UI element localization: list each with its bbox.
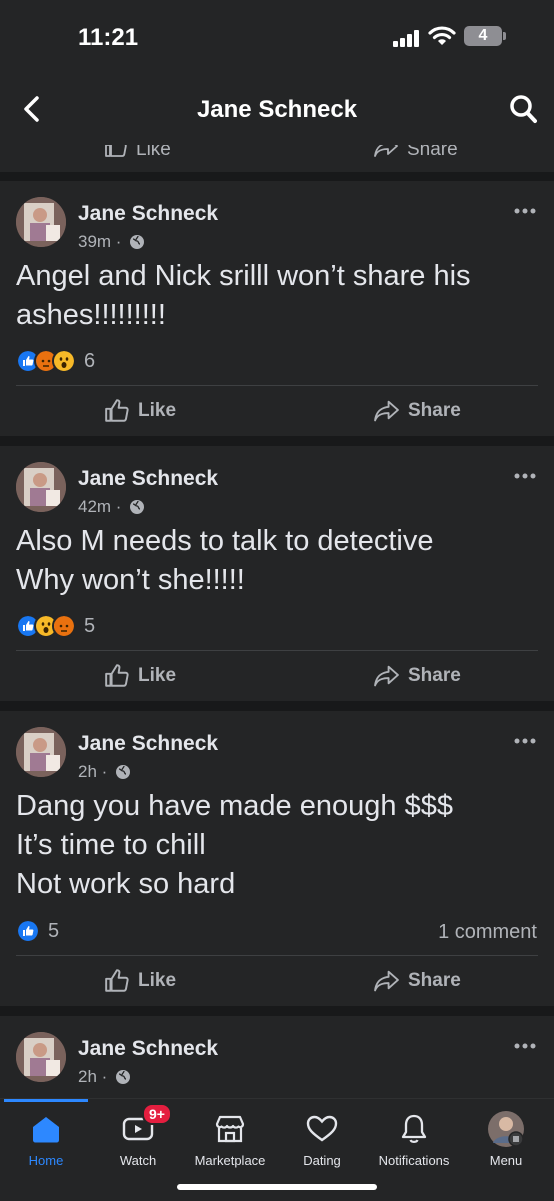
thumbs-up-icon bbox=[105, 145, 127, 157]
author-name[interactable]: Jane Schneck bbox=[78, 732, 218, 756]
author-avatar[interactable] bbox=[16, 197, 66, 247]
like-reaction-icon bbox=[16, 919, 40, 943]
tab-menu[interactable]: Menu bbox=[456, 1111, 554, 1168]
home-indicator bbox=[177, 1184, 377, 1190]
tab-label: Marketplace bbox=[194, 1153, 266, 1168]
tab-label: Dating bbox=[303, 1153, 341, 1168]
bottom-tab-bar: Home 9+ Watch Marketplace Dating Notific… bbox=[0, 1098, 554, 1201]
previous-post-actions: Like Share bbox=[0, 145, 554, 172]
author-name[interactable]: Jane Schneck bbox=[78, 467, 218, 491]
tab-label: Menu bbox=[489, 1153, 523, 1168]
post-meta: 39m · bbox=[78, 232, 145, 252]
more-options-icon[interactable] bbox=[514, 1040, 536, 1052]
more-options-icon[interactable] bbox=[514, 470, 536, 482]
active-tab-indicator bbox=[4, 1099, 88, 1102]
more-options-icon[interactable] bbox=[514, 735, 536, 747]
reaction-count: 5 bbox=[48, 919, 60, 942]
like-button[interactable]: Like bbox=[104, 661, 176, 691]
share-button[interactable]: Share bbox=[373, 661, 461, 691]
post-card: Jane Schneck 42m · Also M needs to talk … bbox=[0, 446, 554, 701]
like-button[interactable]: Like bbox=[104, 396, 176, 426]
battery-cap bbox=[503, 32, 506, 40]
globe-icon bbox=[116, 765, 131, 779]
notification-badge: 9+ bbox=[142, 1103, 172, 1125]
post-text: Angel and Nick srilll won’t share his as… bbox=[16, 260, 471, 331]
like-label: Like bbox=[138, 970, 177, 991]
post-meta: 42m · bbox=[78, 497, 145, 517]
home-icon bbox=[33, 1117, 59, 1143]
search-icon[interactable] bbox=[508, 93, 538, 125]
post-text: Dang you have made enough $$$ It’s time … bbox=[16, 790, 453, 900]
share-arrow-icon bbox=[374, 665, 399, 687]
author-avatar[interactable] bbox=[16, 727, 66, 777]
globe-icon bbox=[130, 500, 145, 514]
post-card: Jane Schneck 2h · Dang you have made eno… bbox=[0, 711, 554, 1006]
like-label: Like bbox=[136, 145, 171, 160]
divider bbox=[16, 385, 538, 386]
wifi-icon bbox=[428, 26, 456, 45]
globe-icon bbox=[130, 235, 145, 249]
thumbs-up-icon bbox=[105, 664, 129, 687]
post-time: 42m · bbox=[78, 497, 127, 516]
post-card: Jane Schneck 2h · bbox=[0, 1016, 554, 1106]
tab-label: Home bbox=[28, 1153, 64, 1168]
thumbs-up-icon bbox=[105, 399, 129, 422]
marketplace-icon bbox=[215, 1115, 245, 1143]
angry-reaction-icon bbox=[52, 614, 76, 638]
tab-notifications[interactable]: Notifications bbox=[364, 1111, 464, 1168]
profile-avatar bbox=[488, 1111, 524, 1147]
share-arrow-icon bbox=[374, 970, 399, 992]
tab-dating[interactable]: Dating bbox=[272, 1111, 372, 1168]
status-bar: 11:21 4 bbox=[0, 0, 554, 75]
comment-count[interactable]: 1 comment bbox=[438, 921, 537, 944]
divider bbox=[16, 650, 538, 651]
share-button[interactable]: Share bbox=[373, 966, 461, 996]
author-avatar[interactable] bbox=[16, 462, 66, 512]
post-time: 2h · bbox=[78, 762, 113, 781]
more-options-icon[interactable] bbox=[514, 205, 536, 217]
tab-label: Notifications bbox=[378, 1153, 450, 1168]
page-title: Jane Schneck bbox=[196, 96, 358, 123]
reaction-summary[interactable]: 6 bbox=[16, 349, 95, 373]
share-label: Share bbox=[408, 970, 461, 991]
share-button[interactable]: Share bbox=[373, 396, 461, 426]
globe-icon bbox=[116, 1070, 131, 1084]
post-time: 2h · bbox=[78, 1067, 113, 1086]
post-text: Also M needs to talk to detective Why wo… bbox=[16, 525, 434, 596]
reaction-summary[interactable]: 5 bbox=[16, 919, 59, 943]
wow-reaction-icon bbox=[52, 349, 76, 373]
share-arrow-icon bbox=[374, 400, 399, 422]
like-label: Like bbox=[138, 665, 177, 686]
like-button[interactable]: Like bbox=[104, 966, 176, 996]
reaction-count: 5 bbox=[84, 614, 96, 637]
like-label: Like bbox=[138, 400, 177, 421]
share-arrow-icon bbox=[374, 145, 398, 157]
post-card: Jane Schneck 39m · Angel and Nick srilll… bbox=[0, 181, 554, 436]
share-label: Share bbox=[408, 400, 461, 421]
divider bbox=[16, 955, 538, 956]
post-meta: 2h · bbox=[78, 762, 131, 782]
tab-home[interactable]: Home bbox=[0, 1111, 96, 1168]
tab-marketplace[interactable]: Marketplace bbox=[180, 1111, 280, 1168]
dating-icon bbox=[306, 1115, 338, 1142]
author-name[interactable]: Jane Schneck bbox=[78, 1037, 218, 1061]
post-meta: 2h · bbox=[78, 1067, 131, 1087]
share-label: Share bbox=[407, 145, 458, 160]
thumbs-up-icon bbox=[105, 969, 129, 992]
reaction-count: 6 bbox=[84, 349, 96, 372]
author-avatar[interactable] bbox=[16, 1032, 66, 1082]
share-button[interactable]: Share bbox=[373, 145, 458, 161]
signal-icon bbox=[393, 29, 423, 47]
tab-watch[interactable]: 9+ Watch bbox=[88, 1103, 188, 1168]
post-time: 39m · bbox=[78, 232, 127, 251]
author-name[interactable]: Jane Schneck bbox=[78, 202, 218, 226]
bell-icon bbox=[401, 1114, 427, 1144]
share-label: Share bbox=[408, 665, 461, 686]
like-button[interactable]: Like bbox=[104, 145, 171, 161]
nav-header: Jane Schneck bbox=[0, 75, 554, 145]
battery-icon: 4 bbox=[464, 26, 502, 46]
tab-label: Watch bbox=[119, 1153, 157, 1168]
reaction-summary[interactable]: 5 bbox=[16, 614, 95, 638]
status-time: 11:21 bbox=[78, 24, 139, 51]
